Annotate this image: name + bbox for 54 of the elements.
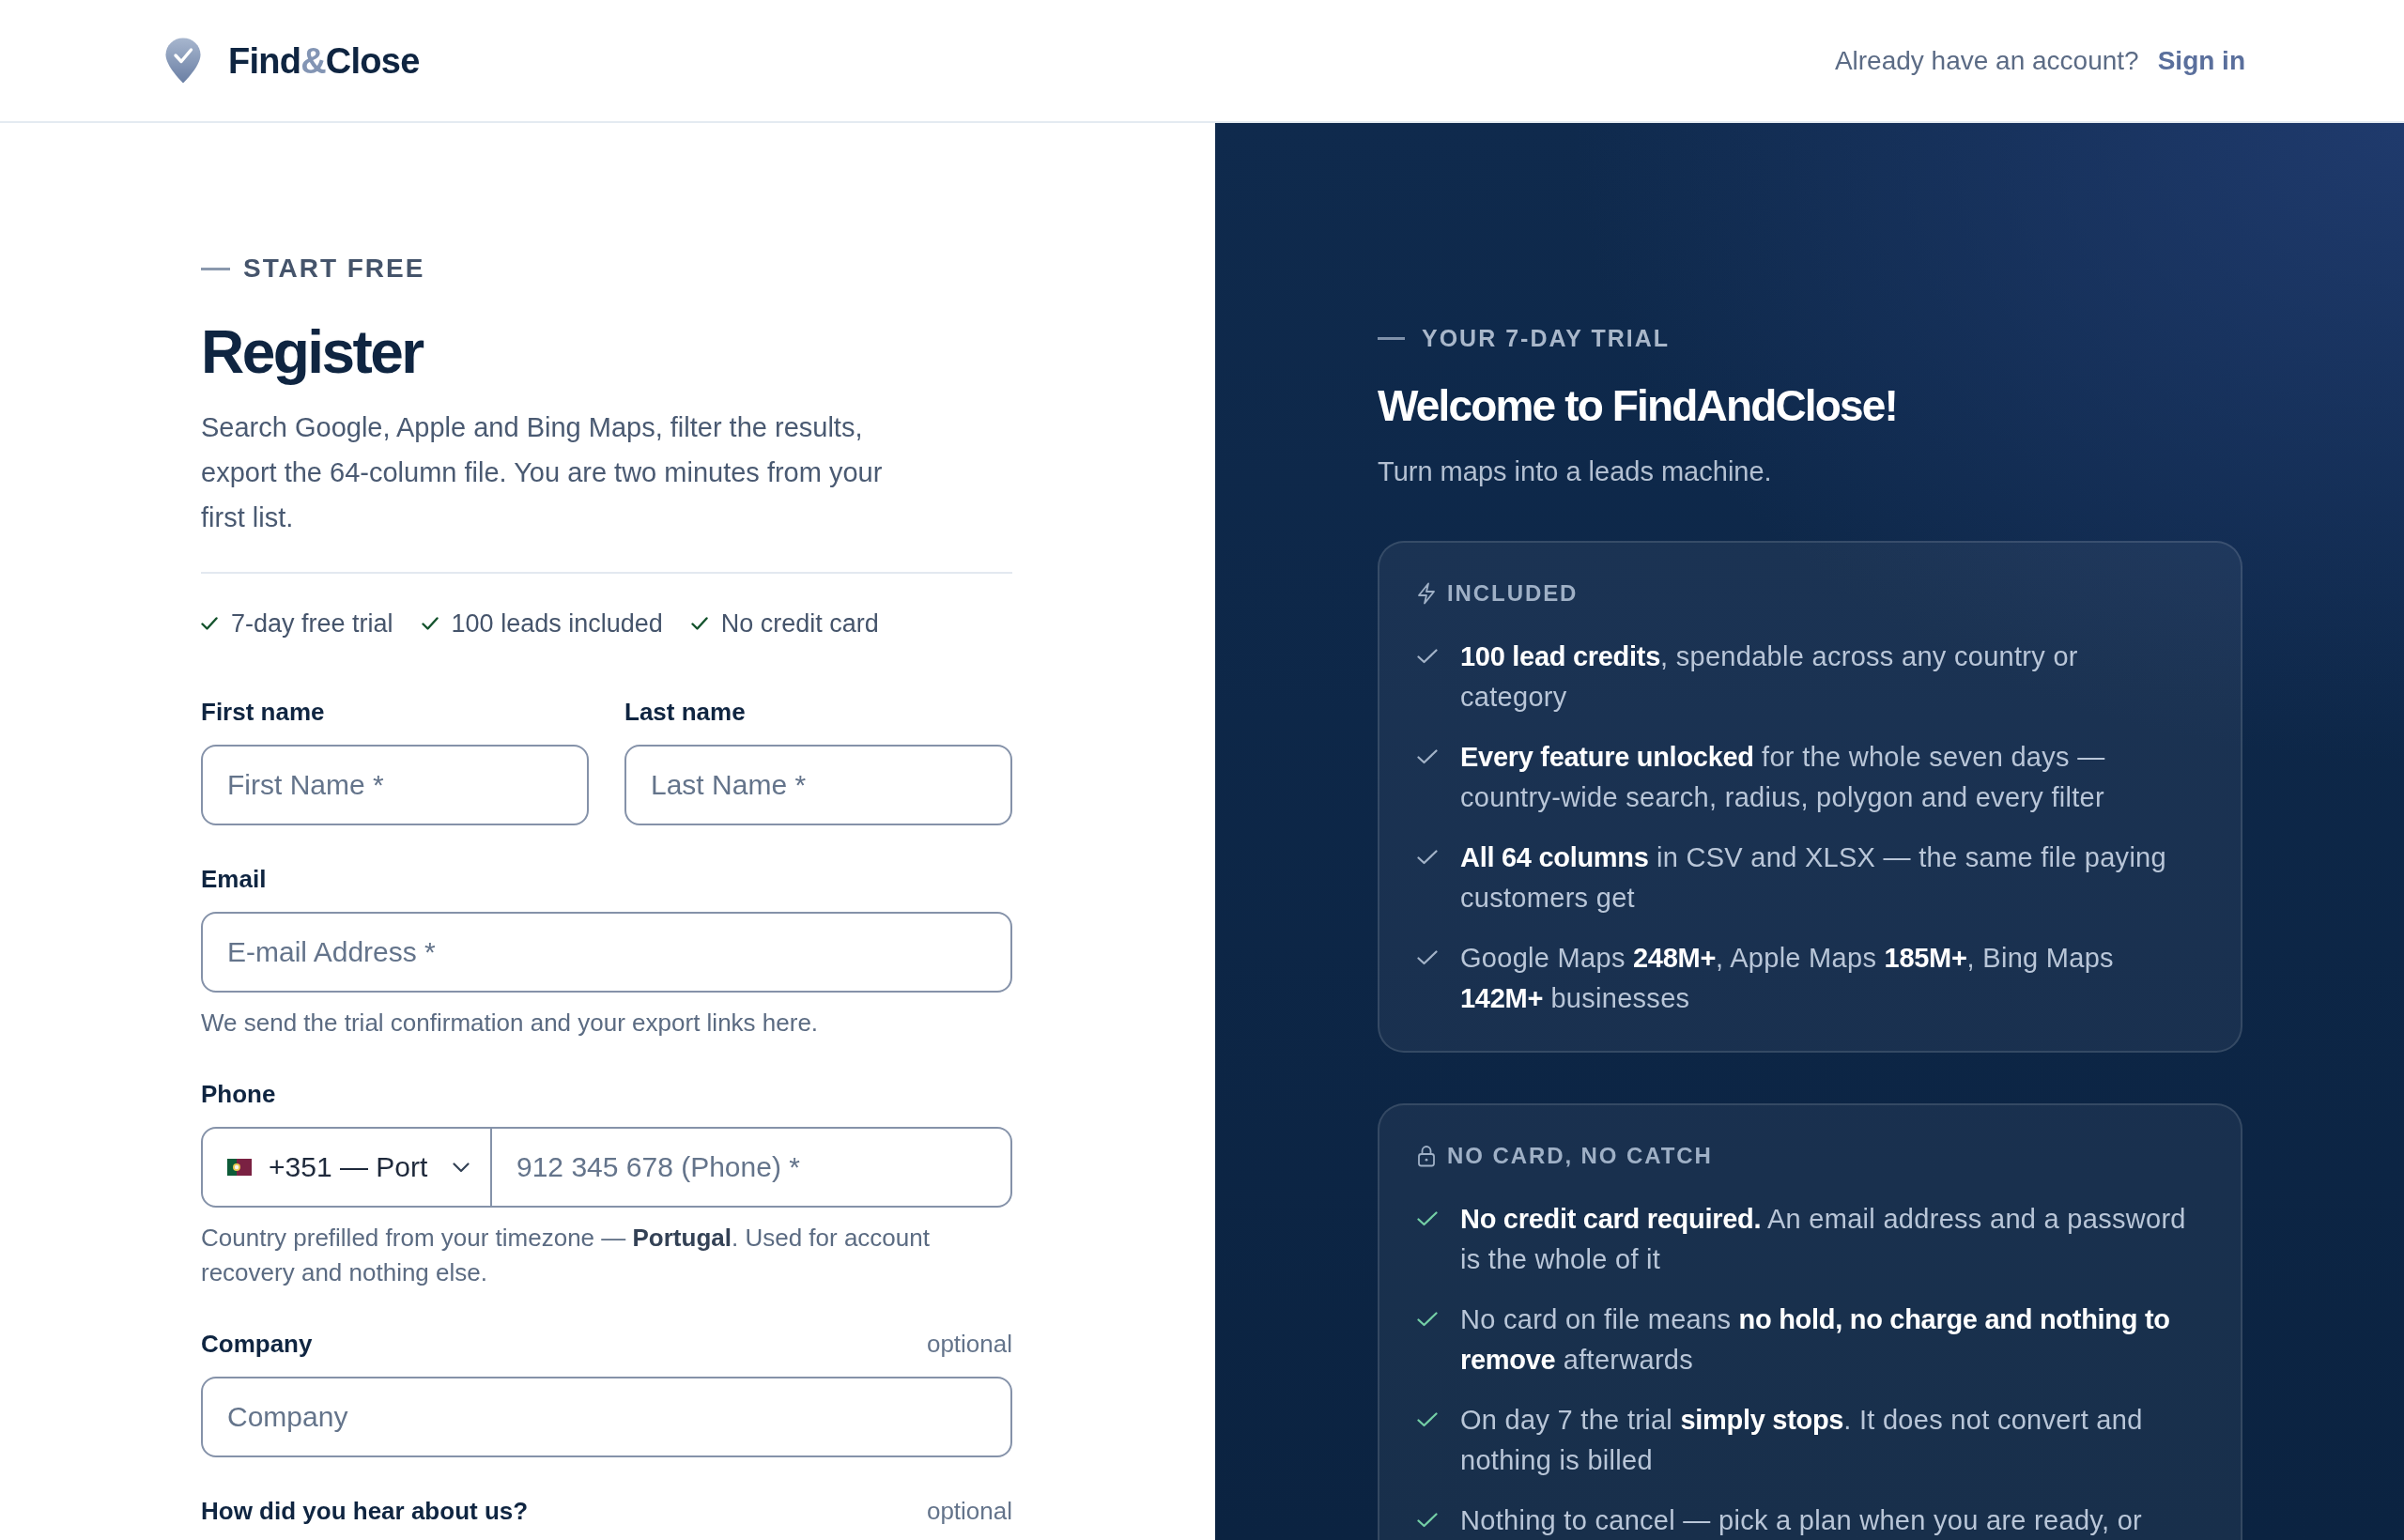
email-input[interactable]: E-mail Address *	[201, 912, 1012, 993]
name-input[interactable]: Last Name *	[624, 745, 1012, 825]
check-icon	[1417, 1513, 1438, 1528]
logo-text: Find&Close	[228, 39, 420, 83]
card-heading: INCLUDED	[1447, 579, 1579, 608]
field-label: First name	[201, 697, 325, 728]
feature-text: No card on file means no hold, no charge and nothing to remove afterwards	[1460, 1303, 2171, 1377]
padlock-icon	[1417, 1145, 1436, 1167]
field-label: How did you hear about us?	[201, 1496, 529, 1527]
card-heading: NO CARD, NO CATCH	[1447, 1142, 1713, 1170]
perk-text: 100 leads included	[451, 608, 663, 639]
field-label: Email	[201, 864, 267, 895]
check-icon	[1417, 649, 1438, 664]
check-icon	[201, 617, 218, 630]
intro-text: Search Google, Apple and Bing Maps, filter the results, export the 64-column file. You are two minutes from your first list.	[201, 411, 884, 534]
phone-input[interactable]: 912 345 678 (Phone) *	[492, 1127, 1012, 1208]
check-icon	[1417, 1211, 1438, 1226]
map-pin-check-icon	[165, 38, 201, 84]
check-icon	[690, 617, 708, 630]
feature-text: Every feature unlocked for the whole seven days — country-wide search, radius, polygon and every filter	[1460, 741, 2106, 814]
feature-text: All 64 columns in CSV and XLSX — the same file paying customers get	[1460, 841, 2167, 915]
field-label: Last name	[624, 697, 746, 728]
feature-text: On day 7 the trial simply stops. It does not convert and nothing is billed	[1460, 1404, 2144, 1477]
perk-text: No credit card	[720, 608, 879, 639]
eyebrow-text: START FREE	[243, 253, 425, 285]
field-label: Phone	[201, 1079, 276, 1110]
hint-text: We send the trial confirmation and your export links here.	[201, 1008, 820, 1039]
country-code-select[interactable]: +351 — Port	[201, 1127, 492, 1208]
name-input[interactable]: First Name *	[201, 745, 589, 825]
optional-note: optional	[926, 1496, 1012, 1527]
check-icon	[1417, 950, 1438, 965]
sign-in-link[interactable]: Sign in	[2157, 43, 2245, 78]
feature-text: 100 lead credits, spendable across any country or category	[1460, 640, 2079, 714]
check-icon	[1417, 749, 1438, 764]
lightning-bolt-icon	[1417, 582, 1436, 605]
check-icon	[1417, 1412, 1438, 1427]
chevron-down-icon	[453, 1162, 470, 1173]
feature-text: Google Maps 248M+, Apple Maps 185M+, Bing Maps 142M+ businesses	[1460, 942, 2115, 1015]
welcome-title: Welcome to FindAndClose!	[1378, 380, 1898, 432]
account-prompt: Already have an account?	[1834, 44, 2139, 77]
flag-icon	[227, 1159, 252, 1176]
optional-note: optional	[926, 1329, 1012, 1360]
tagline-text: Turn maps into a leads machine.	[1378, 455, 1773, 488]
feature-text: Nothing to cancel — pick a plan when you are ready, or	[1460, 1504, 2143, 1537]
feature-text: No credit card required. An email address and a password is the whole of it	[1460, 1203, 2187, 1276]
page-title: Register	[201, 317, 424, 388]
eyebrow-text: YOUR 7-DAY TRIAL	[1422, 324, 1670, 353]
perk-text: 7-day free trial	[231, 608, 393, 639]
company-input[interactable]: Company	[201, 1377, 1012, 1457]
field-label: Company	[201, 1329, 313, 1360]
check-icon	[1417, 1312, 1438, 1327]
hint-text: Country prefilled from your timezone — Portugal. Used for account recovery and nothing else.	[201, 1223, 931, 1288]
check-icon	[1417, 850, 1438, 865]
check-icon	[421, 617, 439, 630]
